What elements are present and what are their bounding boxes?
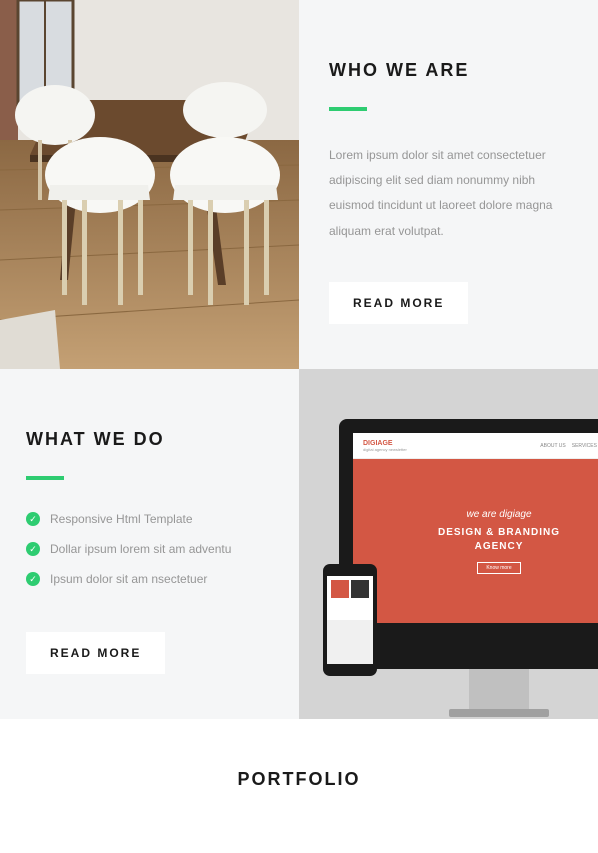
monitor-screen: DIGIAGE digital agency newsletter ABOUT … [353,433,598,623]
device-mockup-image: DIGIAGE digital agency newsletter ABOUT … [299,369,598,719]
feature-list: ✓ Responsive Html Template ✓ Dollar ipsu… [26,512,273,586]
list-item: ✓ Ipsum dolor sit am nsectetuer [26,572,273,586]
portfolio-section: PORTFOLIO [0,719,598,830]
who-heading: WHO WE ARE [329,60,568,81]
read-more-button[interactable]: READ MORE [26,632,165,674]
mockup-logo: DIGIAGE [363,440,407,447]
phone-mockup [323,564,377,676]
phone-screen [327,576,373,664]
what-we-do-section: WHAT WE DO ✓ Responsive Html Template ✓ … [0,369,598,719]
phone-box [331,580,349,598]
monitor-base [449,709,549,717]
who-text: Lorem ipsum dolor sit amet consectetuer … [329,143,568,244]
who-we-are-section: WHO WE ARE Lorem ipsum dolor sit amet co… [0,0,598,369]
monitor-stand [469,669,529,709]
mockup-nav: ABOUT US SERVICES CONTACT US [540,443,598,449]
room-image [0,0,299,369]
hero-subtitle: we are digiage [466,509,531,520]
phone-screen-bottom [327,620,373,664]
hero-title-line: AGENCY [475,541,524,552]
mockup-logo-sub: digital agency newsletter [363,447,407,452]
hero-button: Know more [477,562,520,574]
check-icon: ✓ [26,572,40,586]
mockup-header: DIGIAGE digital agency newsletter ABOUT … [353,433,598,459]
mockup-hero: we are digiage DESIGN & BRANDING AGENCY … [353,459,598,623]
feature-text: Responsive Html Template [50,512,193,526]
feature-text: Dollar ipsum lorem sit am adventu [50,542,231,556]
check-icon: ✓ [26,542,40,556]
monitor-mockup: DIGIAGE digital agency newsletter ABOUT … [339,419,598,669]
what-heading: WHAT WE DO [26,429,273,450]
hero-title: DESIGN & BRANDING AGENCY [438,526,560,554]
check-icon: ✓ [26,512,40,526]
who-we-are-content: WHO WE ARE Lorem ipsum dolor sit amet co… [299,0,598,369]
list-item: ✓ Dollar ipsum lorem sit am adventu [26,542,273,556]
what-we-do-content: WHAT WE DO ✓ Responsive Html Template ✓ … [0,369,299,719]
nav-item: ABOUT US [540,443,565,449]
list-item: ✓ Responsive Html Template [26,512,273,526]
hero-title-line: DESIGN & BRANDING [438,527,560,538]
phone-screen-top [327,576,373,620]
phone-box [351,580,369,598]
read-more-button[interactable]: READ MORE [329,282,468,324]
nav-item: SERVICES [572,443,597,449]
heading-underline [329,107,367,111]
feature-text: Ipsum dolor sit am nsectetuer [50,572,207,586]
heading-underline [26,476,64,480]
portfolio-heading: PORTFOLIO [0,769,598,790]
